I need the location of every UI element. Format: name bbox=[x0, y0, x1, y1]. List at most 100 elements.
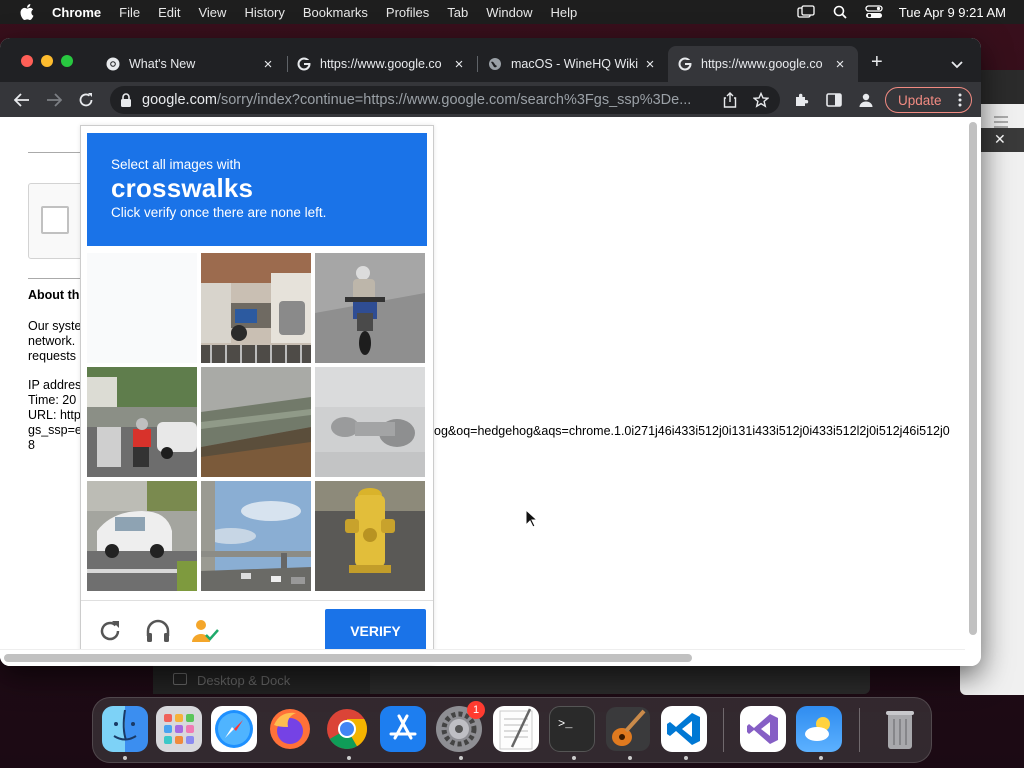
dock: >_ bbox=[92, 697, 932, 763]
menu-profiles[interactable]: Profiles bbox=[386, 5, 429, 20]
menu-help[interactable]: Help bbox=[551, 5, 578, 20]
tile-street-scooter[interactable] bbox=[87, 367, 197, 477]
menu-file[interactable]: File bbox=[119, 5, 140, 20]
app-store-icon[interactable] bbox=[380, 706, 426, 752]
divider bbox=[28, 278, 80, 279]
desktop-dock-item[interactable]: Desktop & Dock bbox=[153, 664, 370, 694]
tab-title: https://www.google.co bbox=[320, 57, 442, 71]
launchpad-icon[interactable] bbox=[156, 706, 202, 752]
browser-toolbar: google.com/sorry/index?continue=https://… bbox=[0, 82, 981, 117]
chrome-icon bbox=[106, 57, 120, 71]
trash-icon[interactable] bbox=[877, 706, 923, 752]
terminal-icon[interactable]: >_ bbox=[549, 706, 595, 752]
update-button-label: Update bbox=[898, 92, 942, 108]
page-content: About th Our syste network. requests IP … bbox=[0, 117, 981, 666]
mouse-cursor-icon bbox=[525, 509, 539, 528]
tab-title: macOS - WineHQ Wiki bbox=[511, 57, 639, 71]
tile-white-car[interactable] bbox=[87, 481, 197, 591]
more-menu-icon[interactable] bbox=[958, 93, 962, 110]
recaptcha-challenge: Select all images with crosswalks Click … bbox=[80, 125, 434, 665]
screen-mirroring-icon[interactable] bbox=[797, 4, 815, 20]
tab-title: What's New bbox=[129, 57, 196, 71]
lock-icon[interactable] bbox=[120, 93, 132, 107]
recaptcha-anchor-card bbox=[28, 183, 88, 259]
challenge-keyword: crosswalks bbox=[111, 173, 254, 203]
menu-window[interactable]: Window bbox=[486, 5, 532, 20]
menu-view[interactable]: View bbox=[198, 5, 226, 20]
menu-app-chrome[interactable]: Chrome bbox=[52, 5, 101, 20]
tab-close-icon[interactable]: × bbox=[451, 56, 467, 73]
about-paragraph: Our syste network. requests bbox=[28, 319, 82, 363]
google-icon bbox=[297, 57, 311, 71]
textedit-icon[interactable] bbox=[493, 706, 539, 752]
vertical-scrollbar[interactable] bbox=[965, 117, 981, 657]
divider bbox=[28, 152, 80, 153]
recaptcha-checkbox[interactable] bbox=[41, 206, 69, 234]
address-bar[interactable]: google.com/sorry/index?continue=https://… bbox=[110, 86, 780, 114]
reload-challenge-icon[interactable] bbox=[95, 616, 125, 646]
tile-highway[interactable] bbox=[201, 481, 311, 591]
verify-button[interactable]: VERIFY bbox=[325, 609, 426, 652]
tile-porch-scooter[interactable] bbox=[201, 253, 311, 363]
finder-icon[interactable] bbox=[102, 706, 148, 752]
back-arrow-icon[interactable] bbox=[12, 90, 32, 110]
menu-tab[interactable]: Tab bbox=[447, 5, 468, 20]
menu-history[interactable]: History bbox=[244, 5, 284, 20]
challenge-header: Select all images with crosswalks Click … bbox=[87, 133, 427, 246]
url-text: google.com/sorry/index?continue=https://… bbox=[142, 92, 692, 108]
update-button[interactable]: Update bbox=[885, 87, 972, 113]
new-tab-plus-icon[interactable]: + bbox=[871, 52, 883, 72]
spotlight-search-icon[interactable] bbox=[831, 4, 849, 20]
profile-avatar-icon[interactable] bbox=[856, 90, 876, 110]
search-query-text: og&oq=hedgehog&aqs=chrome.1.0i271j46i433… bbox=[434, 424, 950, 438]
globe-icon bbox=[488, 57, 502, 71]
reload-icon[interactable] bbox=[76, 90, 96, 110]
background-close-icon[interactable]: ✕ bbox=[994, 131, 1006, 148]
google-icon bbox=[678, 57, 692, 71]
chrome-window: What's New × https://www.google.co × mac… bbox=[0, 38, 981, 666]
challenge-instruction: Select all images with bbox=[111, 157, 241, 172]
weather-icon[interactable] bbox=[796, 706, 842, 752]
tab-winehq-wiki[interactable]: macOS - WineHQ Wiki × bbox=[478, 46, 668, 82]
window-minimize-button[interactable] bbox=[41, 55, 53, 67]
bookmark-star-icon[interactable] bbox=[753, 92, 769, 108]
tab-google-1[interactable]: https://www.google.co × bbox=[287, 46, 477, 82]
menu-bar: Chrome File Edit View History Bookmarks … bbox=[0, 0, 1024, 24]
window-close-button[interactable] bbox=[21, 55, 33, 67]
tab-whats-new[interactable]: What's New × bbox=[96, 46, 286, 82]
garageband-guitar-icon[interactable] bbox=[605, 706, 651, 752]
tile-faded-motorcycle[interactable] bbox=[315, 367, 425, 477]
tab-close-icon[interactable]: × bbox=[832, 56, 848, 73]
share-icon[interactable] bbox=[722, 92, 738, 108]
vscode-icon[interactable] bbox=[661, 706, 707, 752]
tab-search-chevron-icon[interactable] bbox=[950, 56, 964, 74]
tab-close-icon[interactable]: × bbox=[642, 56, 658, 73]
background-menu-icon[interactable] bbox=[994, 116, 1008, 131]
side-panel-icon[interactable] bbox=[824, 90, 844, 110]
info-user-check-icon[interactable] bbox=[191, 616, 221, 646]
tile-motorcyclist[interactable] bbox=[315, 253, 425, 363]
tile-fire-hydrant[interactable] bbox=[315, 481, 425, 591]
tile-road-guardrail[interactable] bbox=[201, 367, 311, 477]
firefox-icon[interactable] bbox=[267, 706, 313, 752]
tile-blank[interactable] bbox=[87, 253, 197, 363]
audio-challenge-headphones-icon[interactable] bbox=[143, 616, 173, 646]
window-zoom-button[interactable] bbox=[61, 55, 73, 67]
control-center-icon[interactable] bbox=[865, 4, 883, 20]
tab-close-icon[interactable]: × bbox=[260, 56, 276, 73]
safari-icon[interactable] bbox=[211, 706, 257, 752]
extensions-puzzle-icon[interactable] bbox=[792, 90, 812, 110]
menu-bookmarks[interactable]: Bookmarks bbox=[303, 5, 368, 20]
about-heading: About th bbox=[28, 288, 80, 302]
notification-badge: 1 bbox=[467, 701, 485, 719]
apple-icon[interactable] bbox=[20, 4, 34, 20]
forward-arrow-icon[interactable] bbox=[44, 90, 64, 110]
tab-google-active[interactable]: https://www.google.co × bbox=[668, 46, 858, 82]
chrome-dock-icon[interactable] bbox=[324, 706, 370, 752]
tab-title: https://www.google.co bbox=[701, 57, 823, 71]
menu-edit[interactable]: Edit bbox=[158, 5, 180, 20]
menubar-clock[interactable]: Tue Apr 9 9:21 AM bbox=[899, 5, 1006, 20]
desktop-dock-icon bbox=[173, 673, 187, 685]
horizontal-scrollbar[interactable] bbox=[0, 649, 965, 665]
visual-studio-icon[interactable] bbox=[740, 706, 786, 752]
